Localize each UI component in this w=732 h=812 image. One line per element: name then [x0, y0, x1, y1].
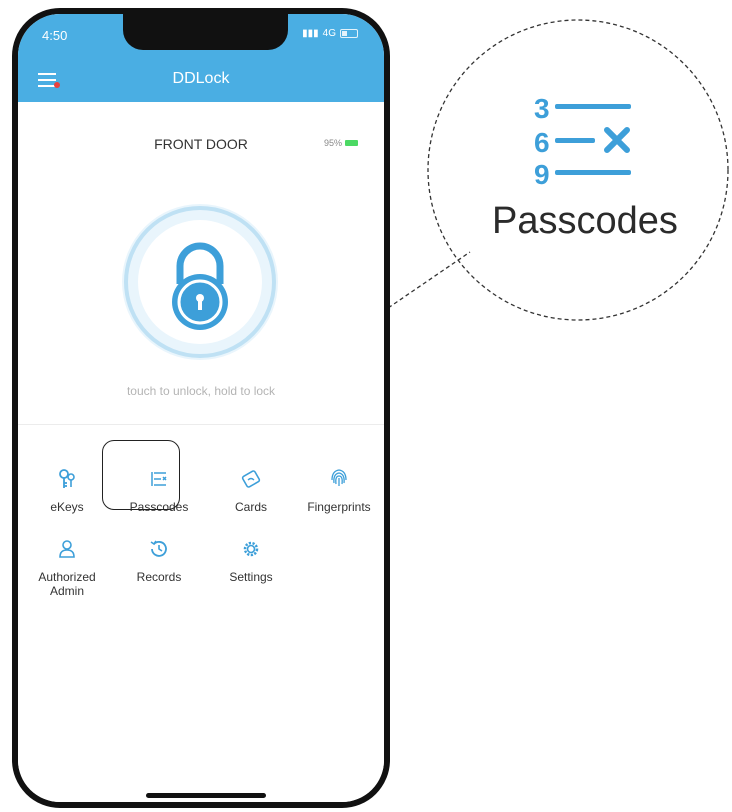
menu-item-authorized-admin[interactable]: Authorized Admin: [26, 538, 108, 598]
menu-item-settings[interactable]: Settings: [210, 538, 292, 584]
records-icon: [150, 540, 167, 557]
callout-digit-6: 6: [534, 127, 550, 158]
callout-digit-9: 9: [534, 159, 550, 190]
menu-item-label: eKeys: [50, 500, 84, 514]
menu-item-fingerprints[interactable]: Fingerprints: [298, 468, 380, 514]
menu-item-label: Records: [136, 570, 182, 584]
menu-item-label: Authorized Admin: [38, 570, 96, 598]
menu-item-ekeys[interactable]: eKeys: [26, 468, 108, 514]
callout-passcode-icon: 3 6 9: [534, 93, 631, 190]
app-title: DDLock: [172, 70, 230, 87]
gear-icon: [243, 541, 259, 557]
callout-digit-3: 3: [534, 93, 550, 124]
signal-icon: ▮▮▮: [302, 28, 319, 39]
phone-notch: [123, 14, 288, 50]
padlock-icon: [122, 204, 278, 360]
fingerprint-icon: [331, 469, 347, 486]
app-bar: DDLock: [18, 58, 384, 102]
menu-item-cards[interactable]: Cards: [210, 468, 292, 514]
passcodes-highlight: [102, 440, 180, 510]
network-label: 4G: [322, 28, 336, 39]
lock-battery: 95%: [324, 138, 358, 148]
ekey-icon: [59, 469, 75, 488]
menu-item-records[interactable]: Records: [118, 538, 200, 584]
home-indicator: [146, 793, 266, 798]
battery-level: 95%: [323, 138, 342, 148]
divider: [18, 424, 384, 425]
battery-icon: [345, 140, 358, 146]
card-icon: [241, 470, 261, 488]
main-content: FRONT DOOR 95% touch to unlock, hold to …: [18, 102, 384, 802]
callout-label: Passcodes: [492, 200, 678, 242]
admin-icon: [59, 540, 75, 558]
status-time: 4:50: [42, 28, 68, 43]
menu-item-label: Cards: [234, 500, 267, 514]
menu-item-label: Fingerprints: [307, 500, 371, 514]
status-battery-icon: [340, 29, 358, 38]
status-indicators: ▮▮▮ 4G: [302, 28, 358, 39]
phone-frame: 4:50 ▮▮▮ 4G DDLock FRONT DOOR 95% touch …: [12, 8, 390, 808]
unlock-button[interactable]: [120, 202, 280, 362]
menu-item-label: Settings: [229, 570, 273, 584]
unlock-hint: touch to unlock, hold to lock: [126, 384, 276, 398]
